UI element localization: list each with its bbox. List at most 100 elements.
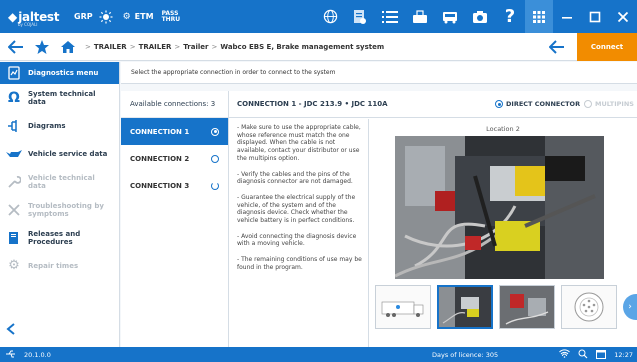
etm-label: ETM [134,12,154,21]
sidebar-item-troubleshooting-by-symptoms[interactable]: Troubleshooting by symptoms [0,196,119,224]
available-connections-label: Available connections: 3 [121,91,228,118]
sidebar-item-system-technical-data[interactable]: Ω System technical data [0,84,119,112]
thumbnail-truck-diagram[interactable] [375,285,431,329]
breadcrumb: > TRAILER > TRAILER > Trailer > Wabco EB… [82,43,384,51]
connection-label: CONNECTION 2 [130,154,190,163]
apps-icon[interactable] [525,0,553,33]
breadcrumb-separator-icon: > [85,42,91,51]
connection-notes: - Make sure to use the appropriate cable… [237,124,365,280]
oil-can-icon [0,148,28,160]
previous-step-arrow-icon[interactable] [547,37,567,57]
breadcrumb-separator-icon: > [174,42,181,51]
connection-label: CONNECTION 1 [130,127,190,136]
sidebar-item-repair-times[interactable]: ⚙ Repair times [0,252,119,280]
grp-sun-icon[interactable] [97,8,115,26]
note-text: - The remaining conditions of use may be… [237,256,362,271]
direct-connector-label: DIRECT CONNECTOR [506,100,581,108]
usb-icon [6,350,16,360]
instruction-text: Select the appropriate connection in ord… [121,62,637,84]
sidebar-item-label: Troubleshooting by symptoms [28,202,104,218]
favorites-star-icon[interactable] [32,37,52,57]
radio-loading-icon [211,181,219,190]
breadcrumb-item[interactable]: Trailer [183,43,208,51]
licence-days-text: Days of licence: 305 [432,350,499,359]
thumbnail-pinout-diagram[interactable] [561,285,617,329]
jaltest-logo[interactable]: ◆ jaltest by COJALI [0,0,72,33]
pass-thru-button[interactable]: PASS THRU [162,10,181,23]
sidebar-item-label: System technical data [28,90,96,106]
collapse-sidebar-chevron-icon[interactable] [6,320,16,339]
grp-label[interactable]: GRP [74,12,93,21]
report-icon[interactable] [351,8,369,26]
home-icon[interactable] [58,37,78,57]
connection-label: CONNECTION 3 [130,181,190,190]
radio-selected-icon [495,100,503,108]
connection-item-2[interactable]: CONNECTION 2 [121,145,228,172]
radio-selected-icon [211,127,219,136]
sidebar-item-vehicle-technical-data[interactable]: Vehicle technical data [0,168,119,196]
note-text: - Make sure to use the appropriate cable… [237,124,361,162]
version-text: 20.1.0.0 [24,350,51,359]
navigation-bar: > TRAILER > TRAILER > Trailer > Wabco EB… [0,33,637,61]
diagnostics-sidebar: Diagnostics menu Ω System technical data… [0,62,120,347]
sidebar-item-label: Diagrams [28,122,66,130]
connect-button[interactable]: Connect [577,33,637,61]
breadcrumb-item[interactable]: TRAILER [94,43,127,51]
calendar-icon [596,349,607,361]
wrench-icon [0,175,28,189]
book-icon [0,231,28,245]
connection-item-3[interactable]: CONNECTION 3 [121,172,228,199]
thumbnail-connector-red[interactable] [499,285,555,329]
sidebar-item-vehicle-service-data[interactable]: Vehicle service data [0,140,119,168]
sidebar-item-label: Repair times [28,262,79,270]
close-icon[interactable] [609,0,637,33]
sidebar-item-label: Vehicle service data [28,150,108,158]
multipins-label: MULTIPINS [595,100,634,108]
sidebar-item-releases-and-procedures[interactable]: Releases and Procedures [0,224,119,252]
breadcrumb-separator-icon: > [129,42,136,51]
multipins-option[interactable]: MULTIPINS [584,100,634,108]
camera-icon[interactable] [471,8,489,26]
breadcrumb-item-current: Wabco EBS E, Brake management system [220,42,385,51]
search-network-icon [578,349,588,361]
list-icon[interactable] [381,8,399,26]
maximize-icon[interactable] [581,0,609,33]
sidebar-header[interactable]: Diagnostics menu [0,62,119,84]
connection-item-1[interactable]: CONNECTION 1 [121,118,228,145]
wifi-icon [559,349,571,360]
radio-disabled-icon [584,100,592,108]
logo-mark-icon: ◆ [8,9,18,24]
next-thumbnail-chevron-icon[interactable]: › [623,294,637,320]
bus-icon[interactable] [441,8,459,26]
sidebar-item-label: Vehicle technical data [28,174,95,190]
globe-icon[interactable] [321,8,339,26]
sidebar-item-diagrams[interactable]: Diagrams [0,112,119,140]
etm-gear-icon: ⚙ [122,11,131,22]
back-arrow-icon[interactable] [6,37,26,57]
breadcrumb-item[interactable]: TRAILER [139,43,172,51]
thumbnail-location-2[interactable] [437,285,493,329]
clock-time-text: 12:27 [614,350,633,359]
ohm-icon: Ω [8,90,20,106]
top-bar: ◆ jaltest by COJALI GRP ⚙ ETM PASS THRU … [0,0,637,33]
radio-unselected-icon [211,154,219,163]
status-bar: 20.1.0.0 Days of licence: 305 12:27 [0,347,637,362]
note-text: - Verify the cables and the pins of the … [237,170,353,186]
diagram-icon [0,119,28,133]
direct-connector-option[interactable]: DIRECT CONNECTOR [495,100,580,108]
photo-thumbnails [375,285,623,329]
device-icon[interactable] [411,8,429,26]
connector-location-photo[interactable] [395,136,604,279]
sidebar-header-label: Diagnostics menu [28,69,99,77]
help-icon[interactable]: ? [501,6,519,27]
connections-list: Available connections: 3 CONNECTION 1 CO… [121,91,229,347]
breadcrumb-separator-icon: > [211,42,218,51]
logo-subtext: by COJALI [18,22,38,27]
tools-icon [0,203,28,217]
sidebar-item-label: Releases and Procedures [28,230,81,246]
minimize-icon[interactable] [553,0,581,33]
etm-button[interactable]: ⚙ ETM [123,12,154,22]
note-text: - Avoid connecting the diagnosis device … [237,232,357,248]
diagnostics-menu-icon [0,66,28,80]
connection-detail-panel: CONNECTION 1 - JDC 213.9 • JDC 110A DIRE… [229,91,637,347]
